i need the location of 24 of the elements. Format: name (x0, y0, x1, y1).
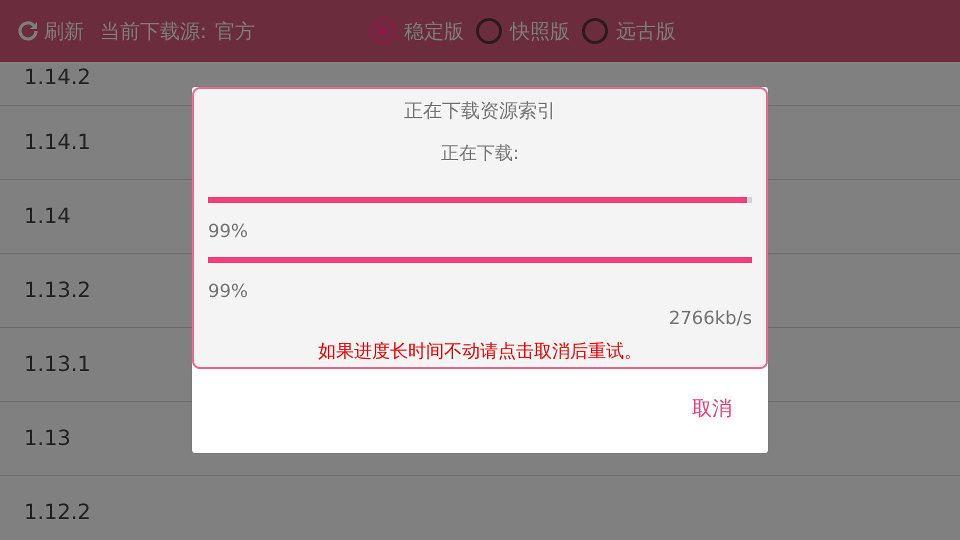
radio-label[interactable]: 快照版 (510, 16, 570, 46)
progress-percent: 99% (207, 220, 248, 244)
radio-button[interactable] (476, 18, 502, 44)
radio-label[interactable]: 稳定版 (404, 16, 464, 46)
version-item[interactable]: 1.12.2 (24, 496, 91, 528)
version-item[interactable]: 1.13 (24, 422, 71, 454)
radio-label[interactable]: 远古版 (616, 16, 676, 46)
progress-percent: 99% (207, 280, 248, 304)
version-item[interactable]: 1.13.2 (24, 274, 91, 306)
dialog-title: 正在下载资源索引 (404, 99, 556, 124)
warning-text: 如果进度长时间不动请点击取消后重试。 (318, 340, 642, 364)
radio-button[interactable] (582, 18, 608, 44)
radio-button[interactable] (370, 18, 396, 44)
speed-text: 2766kb/s (668, 306, 752, 330)
source-label: 当前下载源: (100, 18, 207, 45)
version-item[interactable]: 1.13.1 (24, 348, 91, 380)
source-value: 官方 (214, 18, 255, 45)
status-text: 正在下载: (440, 142, 520, 166)
refresh-icon (16, 19, 40, 43)
version-item[interactable]: 1.14 (24, 200, 71, 232)
version-item[interactable]: 1.14.1 (24, 126, 91, 158)
cancel-button[interactable]: 取消 (692, 393, 732, 423)
version-item[interactable]: 1.14.2 (24, 62, 91, 94)
refresh-button[interactable]: 刷新 (16, 16, 84, 46)
